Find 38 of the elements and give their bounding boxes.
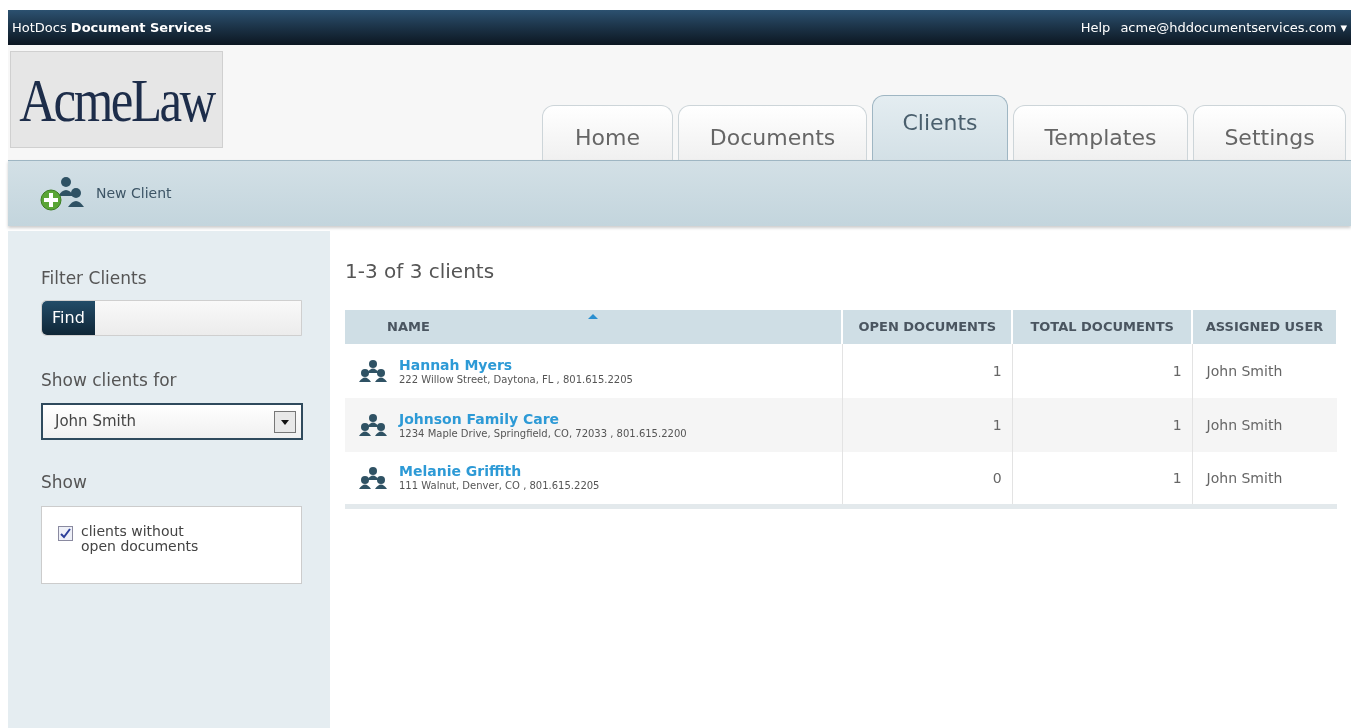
user-dropdown[interactable]: John Smith [41,403,303,440]
nav-tab[interactable]: Clients [872,95,1008,160]
client-address: 222 Willow Street, Daytona, FL , 801.615.2205 [399,373,633,386]
nav-tab[interactable]: Settings [1193,105,1346,160]
nav-tab[interactable]: Home [542,105,673,160]
logo: AcmeLaw [10,51,223,148]
show-label: Show [41,471,88,494]
nav-tab[interactable]: Templates [1013,105,1188,160]
filter-title: Filter Clients [41,267,148,290]
show-clients-label: Show clients for [41,368,178,392]
new-client-button[interactable]: New Client [40,175,172,212]
client-name-link[interactable]: Hannah Myers [399,356,513,373]
people-group-icon [358,413,388,437]
help-link[interactable]: Help [1080,17,1111,38]
table-cell: John Smith [1206,469,1283,486]
table-cell: John Smith [1206,363,1283,379]
find-field[interactable]: Find [41,299,302,336]
brand-title: HotDocs Document Services [12,18,212,37]
results-summary: 1-3 of 3 clients [345,258,496,285]
table-cell: John Smith [1206,417,1283,433]
client-address: 111 Walnut, Denver, CO , 801.615.2205 [399,479,600,493]
client-name-link[interactable]: Melanie Griffith [399,463,522,480]
account-menu[interactable]: acme@hddocumentservices.com ▾ [1120,17,1347,38]
client-address: 1234 Maple Drive, Springfield, CO, 72033 , 801.615.2200 [399,427,687,440]
nav-tab[interactable]: Documents [678,105,867,160]
checkbox-label: clients without open documents [81,523,200,554]
table-cell: 1 [1172,469,1182,486]
people-group-icon [358,359,388,383]
table-cell: 1 [1172,417,1182,433]
client-name-link[interactable]: Johnson Family Care [399,410,560,427]
checkbox[interactable] [58,525,73,541]
people-group-icon [358,465,388,490]
table-cell: 1 [992,363,1002,379]
table-cell: 1 [992,417,1002,433]
table-cell: 0 [992,469,1002,486]
sort-ascending-icon [588,314,599,319]
find-label: Find [42,300,95,335]
table-cell: 1 [1172,363,1182,379]
